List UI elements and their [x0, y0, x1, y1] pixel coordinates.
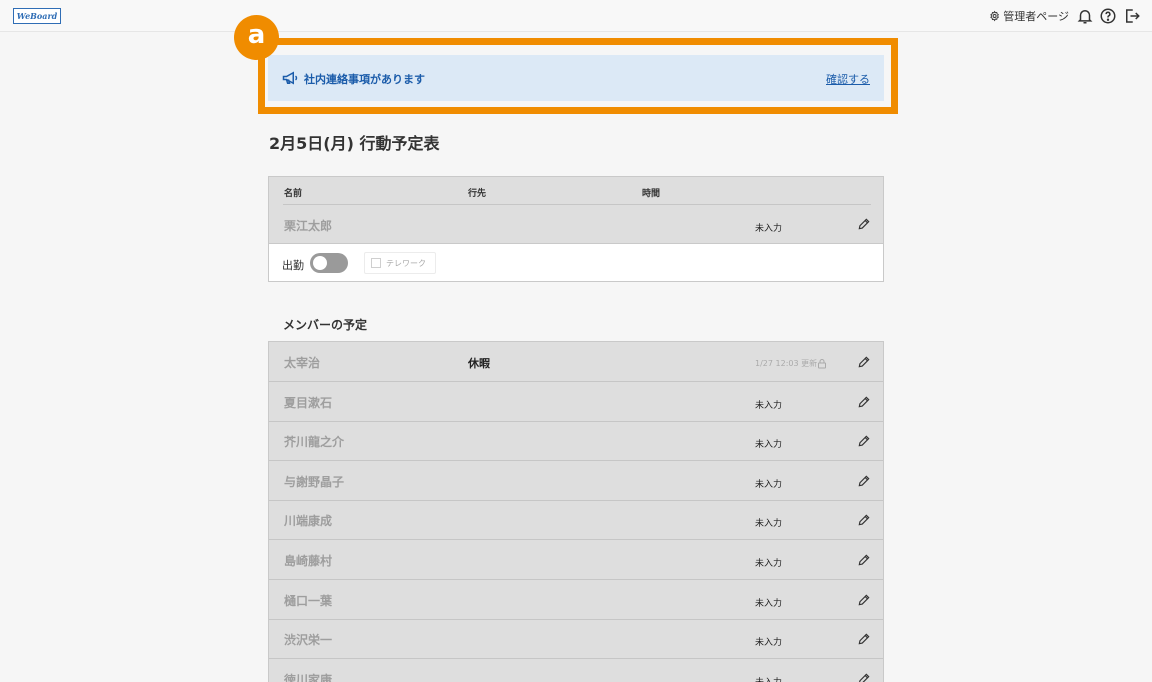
- telework-label: テレワーク: [386, 258, 426, 268]
- gear-icon: [990, 10, 999, 22]
- highlight-frame: [258, 38, 898, 114]
- member-row: 渋沢栄一 未入力: [269, 619, 883, 660]
- member-row: 夏目漱石 未入力: [269, 382, 883, 422]
- column-header-destination: 行先: [468, 189, 487, 199]
- pencil-icon[interactable]: [857, 355, 871, 369]
- checkbox-box: [371, 258, 381, 268]
- member-name: 島崎藤村: [284, 554, 333, 568]
- bell-icon[interactable]: [1076, 7, 1094, 25]
- attendance-label: 出勤: [282, 259, 304, 272]
- column-header-name: 名前: [284, 189, 303, 199]
- member-row: 芥川龍之介 未入力: [269, 421, 883, 462]
- updated-timestamp: 1/27 12:03 更新: [755, 359, 818, 368]
- member-name: 渋沢栄一: [284, 633, 333, 648]
- member-row: 太宰治 休暇 1/27 12:03 更新: [269, 342, 883, 382]
- page-title: 2月5日(月) 行動予定表: [269, 134, 440, 153]
- pencil-icon[interactable]: [857, 395, 871, 409]
- member-name: 徳川家康: [284, 672, 333, 682]
- member-status: 未入力: [755, 598, 783, 609]
- telework-checkbox[interactable]: テレワーク: [364, 252, 436, 274]
- member-name: 夏目漱石: [284, 395, 333, 410]
- pencil-icon[interactable]: [857, 474, 871, 488]
- divider: [283, 204, 871, 205]
- member-row: 川端康成 未入力: [269, 500, 883, 541]
- member-status: 未入力: [755, 559, 783, 569]
- member-status: 未入力: [755, 638, 783, 649]
- member-row: 島崎藤村 未入力: [269, 540, 883, 580]
- pencil-icon[interactable]: [857, 553, 871, 567]
- member-name: 太宰治: [284, 356, 321, 370]
- annotation-badge: a: [234, 15, 279, 60]
- member-status: 未入力: [755, 440, 783, 451]
- pencil-icon[interactable]: [857, 217, 871, 231]
- member-name: 芥川龍之介: [284, 435, 345, 450]
- member-status: 未入力: [755, 675, 782, 682]
- help-icon[interactable]: [1099, 7, 1117, 25]
- member-name: 与謝野晶子: [284, 474, 345, 489]
- member-status: 未入力: [755, 519, 783, 530]
- pencil-icon[interactable]: [857, 632, 871, 646]
- admin-page-link[interactable]: 管理者ページ: [989, 7, 1069, 25]
- member-name: 樋口一葉: [284, 593, 333, 608]
- my-name: 栗江太郎: [284, 219, 333, 233]
- pencil-icon[interactable]: [857, 593, 871, 607]
- member-status: 未入力: [755, 400, 783, 411]
- member-row: 与謝野晶子 未入力: [269, 461, 883, 501]
- weboard-logo[interactable]: WeBoard: [13, 8, 61, 24]
- pencil-icon[interactable]: [857, 672, 871, 682]
- members-title: メンバーの予定: [283, 318, 368, 332]
- member-name: 川端康成: [284, 514, 333, 529]
- member-row: 徳川家康 未入力: [269, 659, 883, 682]
- logout-icon[interactable]: [1123, 7, 1141, 25]
- my-schedule-table: 名前 行先 時間 栗江太郎 未入力: [268, 176, 884, 244]
- member-status: 未入力: [755, 479, 783, 490]
- lock-icon: [818, 359, 826, 369]
- members-table: 太宰治 休暇 1/27 12:03 更新 夏目漱石 未入力 芥川龍之介 未入力 与謝野晶子 未入…: [268, 341, 884, 682]
- member-row: 樋口一葉 未入力: [269, 580, 883, 620]
- top-bar: WeBoard 管理者ページ: [0, 0, 1152, 32]
- my-status: 未入力: [755, 224, 783, 234]
- attendance-toggle[interactable]: [310, 253, 348, 273]
- pencil-icon[interactable]: [857, 434, 871, 448]
- member-destination: 休暇: [468, 357, 490, 370]
- toggle-knob: [313, 256, 327, 270]
- column-header-time: 時間: [642, 189, 661, 199]
- pencil-icon[interactable]: [857, 513, 871, 527]
- attendance-row: 出勤 テレワーク: [268, 244, 884, 282]
- admin-page-label: 管理者ページ: [1003, 10, 1069, 23]
